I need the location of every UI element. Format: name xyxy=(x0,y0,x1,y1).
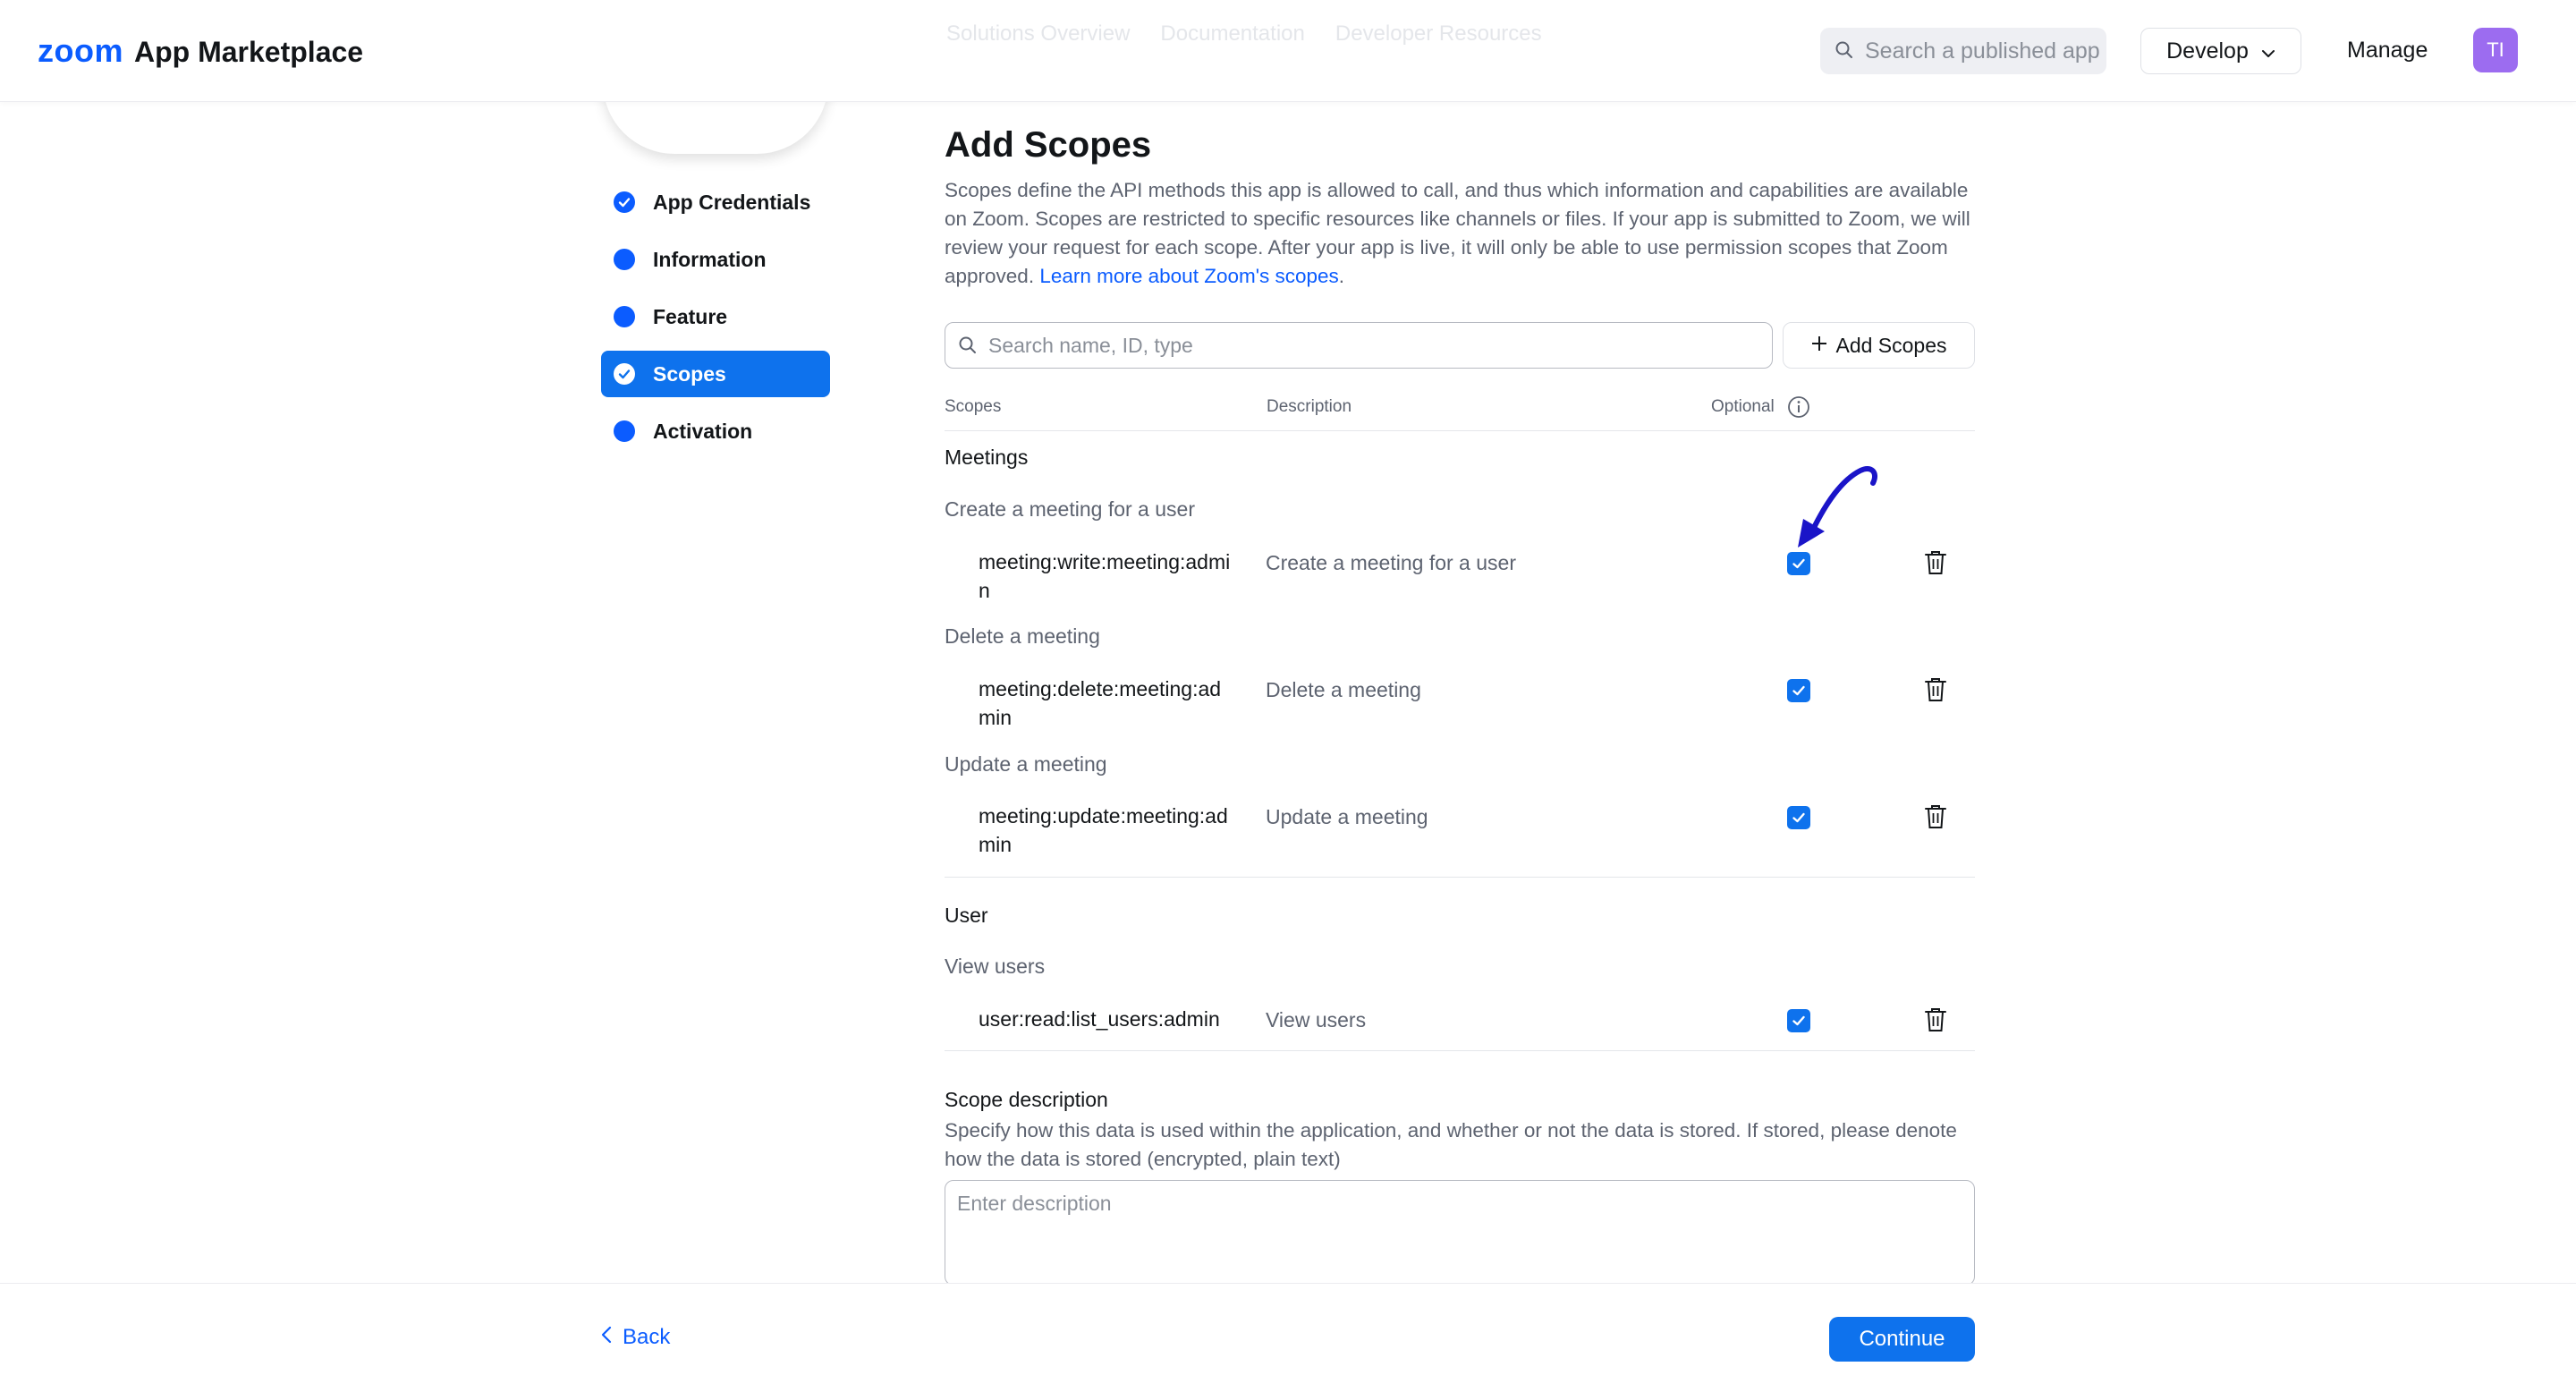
top-navigation-bar: zoom App Marketplace Solutions Overview … xyxy=(0,0,2576,102)
scope-description: View users xyxy=(1266,1008,1367,1031)
group-divider xyxy=(945,1050,1975,1051)
back-label: Back xyxy=(623,1325,671,1349)
checkmark-icon xyxy=(1792,685,1805,696)
check-circle-icon xyxy=(614,191,635,213)
scope-description-title: Scope description xyxy=(945,1088,1108,1111)
user-avatar[interactable]: TI xyxy=(2473,28,2518,72)
back-button[interactable]: Back xyxy=(601,1325,670,1350)
scopes-intro-text: Scopes define the API methods this app i… xyxy=(945,176,1975,291)
step-dot-icon xyxy=(614,306,635,327)
optional-checkbox[interactable] xyxy=(1787,679,1810,702)
step-dot-icon xyxy=(614,249,635,270)
add-scopes-button[interactable]: Add Scopes xyxy=(1783,322,1975,369)
group-divider xyxy=(945,877,1975,878)
faded-tab: Solutions Overview xyxy=(946,21,1131,46)
optional-checkbox[interactable] xyxy=(1787,1009,1810,1032)
textarea-placeholder: Enter description xyxy=(957,1192,1112,1215)
footer-bar: Back Continue xyxy=(0,1283,2576,1392)
intro-end: . xyxy=(1338,265,1345,287)
scope-id: meeting:update:meeting:admin xyxy=(979,804,1228,856)
step-dot-icon xyxy=(614,420,635,442)
scope-id: meeting:delete:meeting:admin xyxy=(979,677,1222,729)
sidebar-item-label: Activation xyxy=(653,419,753,443)
scopes-table-header: Scopes Description Optional xyxy=(945,392,1975,431)
check-circle-icon xyxy=(614,363,635,385)
chevron-down-icon xyxy=(2261,38,2275,64)
scope-search-input[interactable]: Search name, ID, type xyxy=(945,322,1773,369)
sidebar-item-activation[interactable]: Activation xyxy=(601,408,830,454)
scope-group-title: Meetings xyxy=(945,446,1029,469)
sidebar-item-information[interactable]: Information xyxy=(601,236,830,283)
faded-nav-tabs: Solutions Overview Documentation Develop… xyxy=(946,21,1542,47)
setup-steps-sidebar: App Credentials Information Feature Scop… xyxy=(601,179,830,465)
zoom-app-marketplace-logo[interactable]: zoom App Marketplace xyxy=(38,32,363,70)
scope-description: Update a meeting xyxy=(1266,805,1428,828)
chevron-left-icon xyxy=(601,1325,612,1350)
optional-checkbox[interactable] xyxy=(1787,552,1810,575)
delete-scope-trash-icon[interactable] xyxy=(1923,676,1948,703)
sidebar-item-label: App Credentials xyxy=(653,190,811,214)
optional-checkbox[interactable] xyxy=(1787,806,1810,829)
develop-dropdown-button[interactable]: Develop xyxy=(2140,28,2301,74)
scope-subtitle: Delete a meeting xyxy=(945,624,1100,648)
search-icon xyxy=(958,335,978,361)
faded-tab: Documentation xyxy=(1160,21,1305,46)
scope-description: Delete a meeting xyxy=(1266,678,1421,701)
delete-scope-trash-icon[interactable] xyxy=(1923,549,1948,576)
column-header-description: Description xyxy=(1267,397,1352,416)
checkmark-icon xyxy=(1792,812,1805,823)
logo-title: App Marketplace xyxy=(134,36,364,68)
search-placeholder: Search a published app xyxy=(1865,38,2100,64)
sidebar-item-scopes[interactable]: Scopes xyxy=(601,351,830,397)
delete-scope-trash-icon[interactable] xyxy=(1923,803,1948,830)
sidebar-item-label: Information xyxy=(653,247,767,271)
annotation-arrow-icon xyxy=(1798,465,1878,547)
manage-link[interactable]: Manage xyxy=(2347,38,2428,64)
logo-brand: zoom xyxy=(38,32,123,69)
sidebar-item-label: Scopes xyxy=(653,361,726,386)
sidebar-item-feature[interactable]: Feature xyxy=(601,293,830,340)
learn-more-scopes-link[interactable]: Learn more about Zoom's scopes xyxy=(1039,265,1338,287)
develop-label: Develop xyxy=(2166,38,2249,64)
scope-group-title: User xyxy=(945,904,988,927)
scope-description-textarea[interactable]: Enter description xyxy=(945,1180,1975,1286)
scope-id: meeting:write:meeting:admin xyxy=(979,550,1231,602)
checkmark-icon xyxy=(1792,558,1805,569)
info-icon[interactable] xyxy=(1787,395,1810,424)
scope-id: user:read:list_users:admin xyxy=(979,1007,1220,1031)
scope-subtitle: Update a meeting xyxy=(945,752,1107,776)
continue-button[interactable]: Continue xyxy=(1829,1317,1975,1362)
column-header-scopes: Scopes xyxy=(945,397,1002,416)
delete-scope-trash-icon[interactable] xyxy=(1923,1006,1948,1033)
scope-subtitle: Create a meeting for a user xyxy=(945,497,1195,521)
sidebar-item-app-credentials[interactable]: App Credentials xyxy=(601,179,830,225)
column-header-optional: Optional xyxy=(1711,397,1775,416)
sidebar-item-label: Feature xyxy=(653,304,728,328)
published-app-search-input[interactable]: Search a published app xyxy=(1820,28,2106,74)
search-icon xyxy=(1835,40,1854,66)
scope-search-placeholder: Search name, ID, type xyxy=(988,333,1193,357)
scope-search-row: Search name, ID, type Add Scopes xyxy=(945,322,1975,369)
scope-description: Create a meeting for a user xyxy=(1266,551,1516,574)
add-scopes-label: Add Scopes xyxy=(1835,333,1947,357)
checkmark-icon xyxy=(1792,1015,1805,1026)
scope-description-help: Specify how this data is used within the… xyxy=(945,1119,1957,1170)
scope-subtitle: View users xyxy=(945,955,1046,978)
scopes-main-panel: Add Scopes Scopes define the API methods… xyxy=(945,125,1975,291)
plus-icon xyxy=(1810,334,1828,358)
faded-tab: Developer Resources xyxy=(1335,21,1542,46)
page-title: Add Scopes xyxy=(945,125,1152,165)
